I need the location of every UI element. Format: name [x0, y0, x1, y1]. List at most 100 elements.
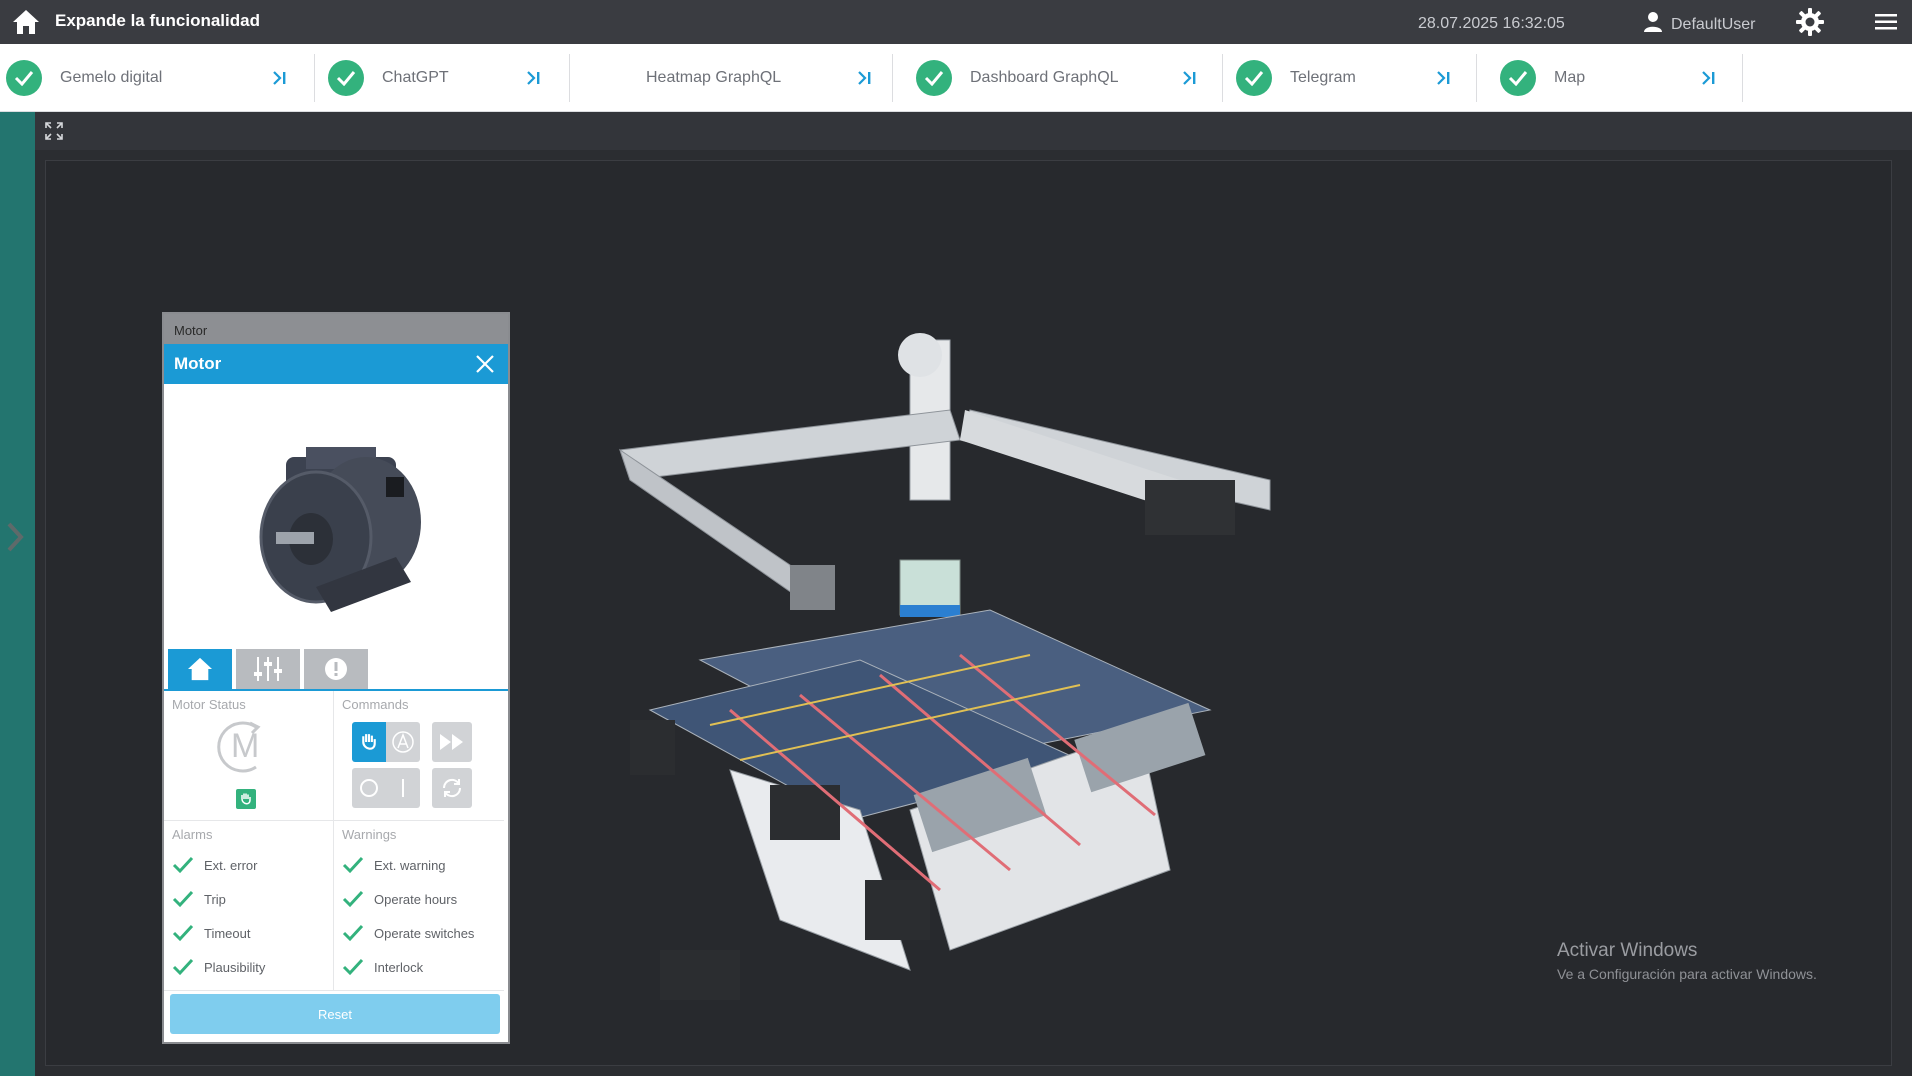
commands-label: Commands: [342, 697, 409, 712]
tab-map[interactable]: Map: [1494, 44, 1739, 112]
skip-to-end-icon[interactable]: [1697, 66, 1721, 90]
user-menu[interactable]: DefaultUser: [1643, 10, 1755, 34]
skip-to-end-icon[interactable]: [1432, 66, 1456, 90]
sidebar-toggle[interactable]: [0, 112, 35, 1076]
datetime-display: 28.07.2025 16:32:05: [1418, 15, 1565, 32]
motor-status-indicator: M: [216, 719, 272, 775]
tab-overview[interactable]: [168, 649, 232, 689]
sliders-icon: [254, 657, 282, 681]
refresh-icon: [442, 778, 462, 798]
tab-diagnostics[interactable]: [304, 649, 368, 689]
hand-icon: [362, 734, 376, 750]
manual-mode-button[interactable]: [352, 722, 386, 762]
watermark-title: Activar Windows: [1557, 940, 1698, 961]
user-name: DefaultUser: [1671, 16, 1756, 33]
hamburger-icon: [1875, 14, 1897, 30]
on-bar-icon: [402, 779, 404, 797]
close-button[interactable]: [472, 351, 498, 377]
tab-parameters[interactable]: [236, 649, 300, 689]
check-icon: [172, 924, 194, 942]
check-icon: [328, 60, 364, 96]
warning-label: Operate hours: [374, 891, 458, 907]
home-icon: [188, 657, 212, 681]
alarm-item: Timeout: [172, 916, 325, 950]
tab-chatgpt[interactable]: ChatGPT: [322, 44, 567, 112]
tab-heatmap-graphql[interactable]: Heatmap GraphQL: [584, 44, 884, 112]
check-icon: [916, 60, 952, 96]
check-icon: [342, 890, 364, 908]
machine-drawing: [619, 333, 1271, 1000]
reset-button[interactable]: Reset: [170, 994, 500, 1034]
tab-telegram[interactable]: Telegram: [1230, 44, 1475, 112]
motor-status-label: Motor Status: [172, 697, 246, 712]
off-circle-icon: [360, 779, 378, 797]
skip-to-end-icon[interactable]: [853, 66, 877, 90]
alarm-label: Plausibility: [204, 959, 266, 975]
tab-separator: [892, 54, 893, 102]
motor-status-section: Motor Status M: [164, 691, 334, 821]
check-icon: [172, 890, 194, 908]
motor-faceplate: Motor Motor Motor Status M Commands Alar…: [162, 312, 510, 1044]
alarm-label: Timeout: [204, 925, 251, 941]
tab-separator: [1476, 54, 1477, 102]
windows-activation-watermark: Activar Windows Ve a Configuración para …: [1557, 940, 1817, 982]
panel-caption: Motor: [164, 314, 508, 344]
motor-letter: M: [231, 727, 260, 765]
app-tabs-bar: Gemelo digital ChatGPT Heatmap GraphQL D…: [0, 44, 1912, 112]
panel-header: Motor: [164, 344, 508, 384]
hand-icon: [241, 793, 251, 805]
stop-button[interactable]: [352, 768, 386, 808]
tab-label: Telegram: [1290, 69, 1356, 86]
panel-tab-bar: [164, 649, 508, 691]
check-icon: [172, 958, 194, 976]
settings-button[interactable]: [1794, 6, 1826, 38]
fast-forward-icon: [440, 734, 463, 750]
app-title: Expande la funcionalidad: [55, 11, 260, 30]
fullscreen-button[interactable]: [43, 120, 65, 142]
warnings-label: Warnings: [342, 827, 397, 842]
skip-to-end-icon[interactable]: [268, 66, 292, 90]
auto-mode-icon: [392, 731, 414, 753]
auto-mode-button[interactable]: [386, 722, 420, 762]
skip-to-end-icon[interactable]: [522, 66, 546, 90]
user-icon: [1644, 12, 1662, 32]
command-buttons: [352, 722, 496, 808]
tab-label: Gemelo digital: [60, 69, 163, 86]
check-icon: [1236, 60, 1272, 96]
3d-machine-model[interactable]: [610, 330, 1280, 1015]
viewer-toolbar: [35, 112, 1912, 150]
warning-label: Operate switches: [374, 925, 475, 941]
motor-illustration: [259, 446, 421, 612]
tab-separator: [1742, 54, 1743, 102]
warning-label: Interlock: [374, 959, 424, 975]
close-icon: [476, 355, 494, 373]
chevron-right-icon: [7, 522, 24, 552]
menu-button[interactable]: [1872, 10, 1900, 34]
manual-mode-indicator: [236, 789, 256, 809]
check-icon: [1500, 60, 1536, 96]
check-icon: [172, 856, 194, 874]
alarm-item: Ext. error: [172, 848, 325, 882]
tab-dashboard-graphql[interactable]: Dashboard GraphQL: [910, 44, 1210, 112]
tab-label: Heatmap GraphQL: [646, 69, 782, 86]
skip-to-end-icon[interactable]: [1178, 66, 1202, 90]
alarms-section: Alarms Ext. error Trip Timeout Plausibil…: [164, 821, 334, 991]
panel-title: Motor: [174, 354, 222, 373]
fast-forward-button[interactable]: [432, 722, 472, 762]
check-icon: [6, 60, 42, 96]
faceplate-grid: Motor Status M Commands Alarms Ext. erro…: [164, 691, 508, 991]
tab-gemelo-digital[interactable]: Gemelo digital: [0, 44, 310, 112]
alarm-item: Trip: [172, 882, 325, 916]
motor-image: [164, 384, 508, 649]
tab-label: ChatGPT: [382, 69, 449, 86]
alarm-label: Ext. error: [204, 857, 258, 873]
home-button[interactable]: [10, 6, 42, 38]
reverse-button[interactable]: [432, 768, 472, 808]
alert-icon: [325, 658, 347, 680]
start-button[interactable]: [386, 768, 420, 808]
tab-label: Map: [1554, 69, 1586, 86]
warning-item: Operate switches: [342, 916, 496, 950]
check-icon: [342, 958, 364, 976]
alarm-item: Plausibility: [172, 950, 325, 984]
tab-label: Dashboard GraphQL: [970, 69, 1119, 86]
